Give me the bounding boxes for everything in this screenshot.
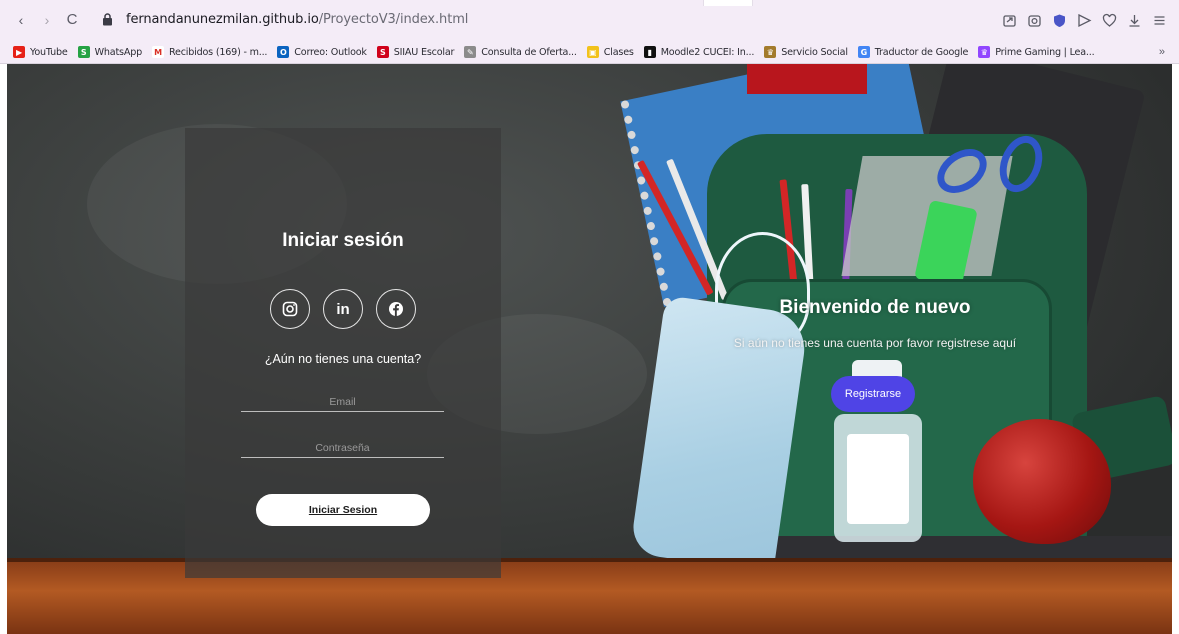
bookmark-label: WhatsApp: [94, 46, 143, 58]
bookmark-favicon-icon: S: [77, 46, 90, 58]
bookmark-favicon-icon: ▣: [586, 46, 599, 58]
url-bar[interactable]: fernandanunezmilan.github.io/ProyectoV3/…: [126, 12, 468, 27]
register-button[interactable]: Registrarse: [831, 376, 915, 412]
bookmark-item[interactable]: ▮ Moodle2 CUCEI: In...: [643, 46, 755, 58]
social-buttons: in: [270, 289, 416, 329]
bookmark-item[interactable]: ♛ Servicio Social: [764, 46, 848, 58]
forward-button[interactable]: ›: [39, 12, 55, 28]
bookmark-favicon-icon: ♛: [978, 46, 991, 58]
bookmark-favicon-icon: S: [376, 46, 389, 58]
linkedin-button[interactable]: in: [323, 289, 363, 329]
bookmark-label: Moodle2 CUCEI: In...: [660, 46, 755, 58]
bookmark-item[interactable]: M Recibidos (169) - m...: [151, 46, 268, 58]
welcome-title: Bienvenido de nuevo: [779, 297, 971, 318]
camera-icon[interactable]: [1027, 13, 1042, 28]
bookmark-favicon-icon: ▶: [13, 46, 25, 58]
instagram-icon: [282, 301, 298, 317]
bookmark-item[interactable]: ♛ Prime Gaming | Lea...: [978, 46, 1095, 58]
login-button[interactable]: Iniciar Sesion: [256, 494, 430, 526]
wooden-table: [7, 562, 1172, 634]
bookmark-item[interactable]: S SIIAU Escolar: [376, 46, 455, 58]
bookmark-label: SIIAU Escolar: [393, 46, 455, 58]
bookmark-favicon-icon: O: [277, 46, 290, 58]
share-icon[interactable]: [1002, 13, 1017, 28]
bookmark-label: YouTube: [30, 46, 68, 58]
bookmarks-bar: ▶ YouTube S WhatsApp M Recibidos (169) - m...…: [0, 40, 1179, 64]
bookmarks-overflow-button[interactable]: »: [1159, 46, 1165, 58]
address-row: ‹ › C fernandanunezmilan.github.io/Proye…: [0, 0, 1179, 40]
bookmark-label: Traductor de Google: [874, 46, 969, 58]
login-panel: Iniciar sesión in ¿Aún no tienes una cue…: [185, 128, 501, 578]
download-icon[interactable]: [1127, 13, 1142, 28]
instagram-button[interactable]: [270, 289, 310, 329]
email-field[interactable]: [241, 392, 444, 412]
signup-prompt: ¿Aún no tienes una cuenta?: [264, 352, 422, 366]
page-viewport: Iniciar sesión in ¿Aún no tienes una cue…: [7, 64, 1172, 634]
bookmark-label: Servicio Social: [781, 46, 848, 58]
back-button[interactable]: ‹: [13, 12, 29, 28]
bookmark-label: Clases: [603, 46, 634, 58]
shield-icon[interactable]: [1052, 13, 1067, 28]
apple-image: [973, 419, 1111, 544]
bookmark-item[interactable]: ▶ YouTube: [13, 46, 68, 58]
heart-icon[interactable]: [1102, 13, 1117, 28]
bookmark-item[interactable]: G Traductor de Google: [857, 46, 969, 58]
send-icon[interactable]: [1077, 13, 1092, 28]
login-title: Iniciar sesión: [282, 230, 404, 251]
facebook-icon: [389, 302, 403, 316]
lock-icon: [103, 13, 112, 26]
bookmark-label: Prime Gaming | Lea...: [995, 46, 1095, 58]
bottle-label-image: [847, 434, 909, 524]
bookmark-item[interactable]: O Correo: Outlook: [277, 46, 367, 58]
welcome-subtitle: Si aún no tienes una cuenta por favor re…: [733, 336, 1017, 350]
bookmark-item[interactable]: S WhatsApp: [77, 46, 143, 58]
bookmark-item[interactable]: ▣ Clases: [586, 46, 634, 58]
password-field[interactable]: [241, 438, 444, 458]
reload-button[interactable]: C: [64, 12, 80, 28]
bookmark-favicon-icon: G: [857, 46, 870, 58]
url-domain: fernandanunezmilan.github.io: [126, 12, 319, 27]
bookmark-favicon-icon: M: [151, 46, 164, 58]
linkedin-icon: in: [336, 300, 350, 318]
url-path: /ProyectoV3/index.html: [318, 12, 469, 27]
facebook-button[interactable]: [376, 289, 416, 329]
bookmark-item[interactable]: ✎ Consulta de Oferta...: [464, 46, 577, 58]
bookmark-label: Recibidos (169) - m...: [168, 46, 268, 58]
bookmark-label: Correo: Outlook: [294, 46, 367, 58]
browser-toolbar: ‹ › C fernandanunezmilan.github.io/Proye…: [0, 0, 1179, 64]
bookmark-favicon-icon: ♛: [764, 46, 777, 58]
toolbar-icons: [1002, 10, 1167, 30]
bookmark-label: Consulta de Oferta...: [481, 46, 577, 58]
bookmark-favicon-icon: ✎: [464, 46, 477, 58]
bookmark-favicon-icon: ▮: [643, 46, 656, 58]
menu-icon[interactable]: [1152, 13, 1167, 28]
notebook-red-image: [747, 64, 867, 94]
